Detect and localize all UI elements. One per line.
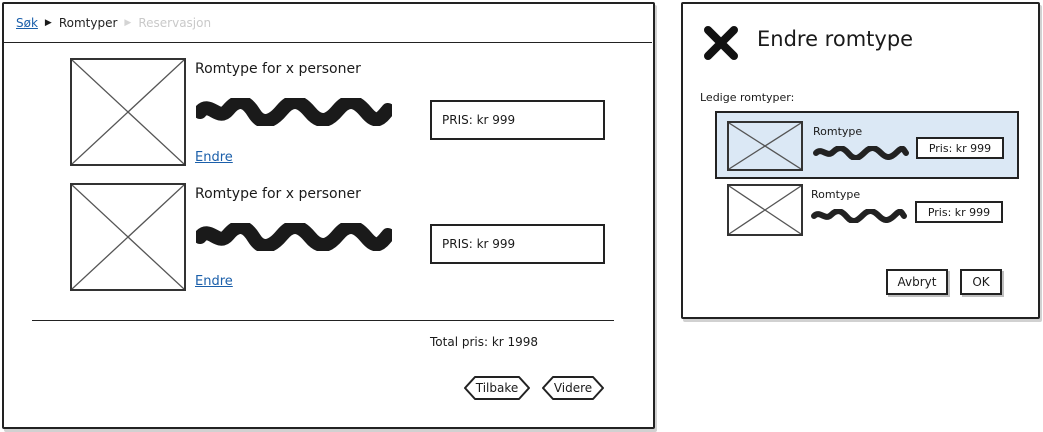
option-price: Pris: kr 999 bbox=[916, 137, 1004, 159]
breadcrumb-disabled-reservation: Reservasjon bbox=[138, 16, 212, 30]
option-title: Romtype bbox=[813, 125, 863, 138]
room-image-placeholder bbox=[70, 183, 186, 291]
total-price: Total pris: kr 1998 bbox=[430, 335, 539, 349]
dialog-title: Endre romtype bbox=[757, 27, 914, 51]
cancel-button[interactable]: Avbryt bbox=[886, 269, 948, 295]
close-icon[interactable] bbox=[703, 25, 739, 61]
edit-room-link[interactable]: Endre bbox=[195, 150, 233, 165]
description-scribble bbox=[196, 223, 392, 251]
description-scribble bbox=[196, 98, 392, 126]
breadcrumb-link-search[interactable]: Søk bbox=[16, 16, 38, 30]
price-box: PRIS: kr 999 bbox=[430, 224, 605, 264]
room-image-placeholder bbox=[727, 184, 803, 236]
back-button-label: Tilbake bbox=[475, 381, 519, 395]
available-room-types-label: Ledige romtyper: bbox=[700, 91, 795, 104]
option-title: Romtype bbox=[811, 188, 861, 201]
next-button-label: Videre bbox=[553, 381, 593, 395]
back-button[interactable]: Tilbake bbox=[463, 375, 531, 401]
room-image-placeholder bbox=[70, 58, 186, 166]
edit-room-link[interactable]: Endre bbox=[195, 274, 233, 289]
room-title: Romtype for x personer bbox=[195, 61, 361, 77]
room-types-page: Søk ▶ Romtyper ▶ Reservasjon Romtype for… bbox=[2, 2, 655, 429]
price-box: PRIS: kr 999 bbox=[430, 100, 605, 140]
change-room-type-dialog: Endre romtype Ledige romtyper: Romtype P… bbox=[681, 2, 1040, 319]
ok-button[interactable]: OK bbox=[960, 269, 1002, 295]
room-type-option[interactable]: Romtype Pris: kr 999 bbox=[715, 179, 1019, 243]
total-divider bbox=[32, 320, 614, 321]
description-scribble bbox=[811, 209, 907, 223]
breadcrumb-current: Romtyper bbox=[58, 16, 118, 30]
option-price: Pris: kr 999 bbox=[915, 201, 1003, 223]
room-title: Romtype for x personer bbox=[195, 186, 361, 202]
breadcrumb: Søk ▶ Romtyper ▶ Reservasjon bbox=[16, 16, 211, 30]
breadcrumb-arrow-icon: ▶ bbox=[124, 18, 132, 28]
next-button[interactable]: Videre bbox=[541, 375, 605, 401]
breadcrumb-arrow-icon: ▶ bbox=[44, 18, 52, 28]
header-divider bbox=[2, 42, 652, 43]
room-image-placeholder bbox=[727, 121, 803, 171]
room-type-option-selected[interactable]: Romtype Pris: kr 999 bbox=[715, 111, 1019, 179]
description-scribble bbox=[813, 146, 909, 160]
